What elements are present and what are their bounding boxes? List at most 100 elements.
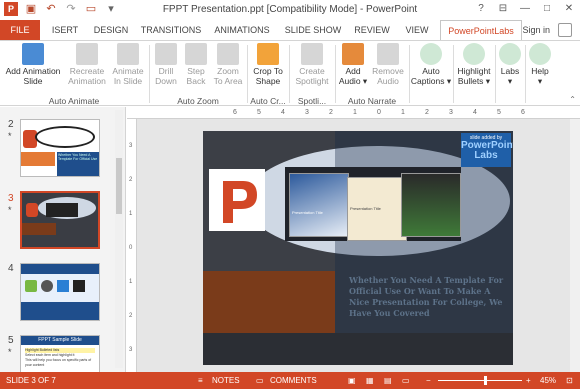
ruler-tick-label: 2 (129, 177, 133, 183)
add-animation-slide-button[interactable]: Add Animation Slide (2, 43, 64, 86)
step-back-button[interactable]: Step Back (182, 43, 210, 86)
button-label: Auto (422, 66, 440, 76)
comments-icon[interactable]: ▭ (256, 376, 264, 385)
status-bar: SLIDE 3 OF 7 ≡ NOTES ▭ COMMENTS ▣ ▦ ▤ ▭ … (0, 372, 580, 389)
button-label: Animation (68, 76, 106, 86)
button-label: Highlight (457, 66, 491, 76)
powerpoint-logo-image[interactable] (209, 169, 265, 231)
zoom-to-area-icon (217, 43, 239, 65)
notes-icon[interactable]: ≡ (198, 376, 203, 385)
zoom-slider-thumb[interactable] (484, 376, 487, 385)
reading-view-icon[interactable]: ▤ (384, 376, 392, 385)
tab-slide-show[interactable]: SLIDE SHOW (284, 20, 342, 40)
auto-captions-button[interactable]: Auto Captions ▾ (410, 43, 452, 86)
orange-block (22, 223, 56, 235)
slideshow-view-icon[interactable]: ▭ (402, 376, 410, 385)
remove-audio-button[interactable]: Remove Audio (370, 43, 406, 86)
tab-view[interactable]: VIEW (402, 20, 432, 40)
comments-button[interactable]: COMMENTS (270, 376, 317, 385)
scrollbar-thumb[interactable] (116, 158, 122, 214)
animate-in-slide-button[interactable]: Animate In Slide (110, 43, 146, 86)
collapse-ribbon-icon[interactable]: ⌃ (569, 95, 576, 104)
card-title: Presentation Title (350, 206, 381, 211)
animate-in-slide-icon (117, 43, 139, 65)
fit-to-window-icon[interactable]: ⊡ (566, 376, 573, 385)
zoom-level[interactable]: 45% (540, 376, 556, 385)
window-controls: ? ⊟ — □ ✕ (474, 2, 576, 16)
add-animation-icon (22, 43, 44, 65)
template-card-blue: Presentation Title (289, 173, 349, 237)
ruler-tick-label: 4 (281, 109, 285, 116)
tab-powerpointlabs[interactable]: PowerPointLabs (440, 20, 522, 40)
slide-canvas[interactable]: Presentation Title Presentation Title sl… (203, 131, 513, 365)
thumb-title: FPPT Sample Slide (21, 336, 99, 345)
minimize-icon[interactable]: — (518, 2, 532, 16)
button-label: Captions ▾ (410, 76, 452, 86)
tab-review[interactable]: REVIEW (352, 20, 392, 40)
drill-down-button[interactable]: Drill Down (152, 43, 180, 86)
add-audio-button[interactable]: Add Audio ▾ (337, 43, 369, 86)
recreate-animation-button[interactable]: Recreate Animation (66, 43, 108, 86)
add-audio-icon (342, 43, 364, 65)
ruler-tick-label: 1 (129, 279, 133, 285)
cards-image (46, 203, 78, 217)
zoom-out-button[interactable]: − (426, 376, 431, 385)
orange-block[interactable] (203, 271, 335, 333)
thumbnails-scrollbar[interactable] (115, 110, 123, 368)
apple-icon (41, 280, 53, 292)
template-card-cream: Presentation Title (347, 177, 407, 241)
zoom-to-area-button[interactable]: Zoom To Area (210, 43, 246, 86)
help-icon[interactable]: ? (474, 2, 488, 16)
highlight-bullets-button[interactable]: Highlight Bullets ▾ (454, 43, 494, 86)
help-button[interactable]: Help ▾ (526, 43, 554, 86)
tab-file[interactable]: FILE (0, 20, 40, 40)
slide-thumbnail-4[interactable] (20, 263, 100, 321)
horizontal-ruler: 6 5 4 3 2 1 0 1 2 3 4 5 6 (127, 107, 580, 119)
ribbon: Add Animation Slide Recreate Animation A… (0, 40, 580, 106)
tab-animations[interactable]: ANIMATIONS (212, 20, 272, 40)
group-label-auto-animate: Auto Animate (48, 96, 100, 106)
avatar[interactable] (558, 23, 572, 37)
ruler-tick-label: 0 (377, 109, 381, 116)
blackberry-icon (73, 280, 85, 292)
ruler-tick-label: 1 (401, 109, 405, 116)
editor-scrollbar[interactable] (570, 119, 580, 372)
slide-body-text[interactable]: Whether You Need A Template For Official… (349, 275, 509, 319)
slide-thumbnail-5[interactable]: FPPT Sample Slide Highlight Bulleted lis… (20, 335, 100, 372)
tab-design[interactable]: DESIGN (90, 20, 132, 40)
slide-thumbnail-3[interactable] (20, 191, 100, 249)
thumb-bullets: Highlight Bulleted lists Select each ite… (25, 348, 95, 368)
button-label: Crop To (253, 66, 283, 76)
drill-down-icon (155, 43, 177, 65)
tab-insert[interactable]: ISERT (48, 20, 82, 40)
group-label-spotlight: Spotli... (297, 96, 327, 106)
tab-transitions[interactable]: TRANSITIONS (140, 20, 202, 40)
animation-star: * (8, 205, 12, 215)
zoom-in-button[interactable]: + (526, 376, 531, 385)
normal-view-icon[interactable]: ▣ (348, 376, 356, 385)
notes-button[interactable]: NOTES (212, 376, 240, 385)
labs-button[interactable]: Labs ▾ (496, 43, 524, 86)
sign-in-link[interactable]: Sign in (522, 20, 550, 40)
button-label: Add (345, 66, 361, 76)
slide-sorter-icon[interactable]: ▦ (366, 376, 374, 385)
button-label: Spotlight (295, 76, 329, 86)
badge-title: Labs (474, 150, 498, 161)
maximize-icon[interactable]: □ (540, 2, 554, 16)
create-spotlight-button[interactable]: Create Spotlight (291, 43, 333, 86)
slide-thumbnails-pane: 2 * Whether You Need A Template For Offi… (0, 107, 126, 372)
ruler-tick-label: 3 (129, 143, 133, 149)
bottom-shade (203, 333, 513, 365)
zoom-slider[interactable] (438, 380, 522, 381)
crop-to-shape-button[interactable]: Crop To Shape (249, 43, 287, 86)
help-circle-icon (529, 43, 551, 65)
button-label: Audio (377, 76, 399, 86)
labs-icon (499, 43, 521, 65)
ruler-tick-label: 3 (129, 347, 133, 353)
slide-thumbnail-2[interactable]: Whether You Need A Template For Official… (20, 119, 100, 177)
close-icon[interactable]: ✕ (562, 2, 576, 16)
animation-star: * (8, 347, 12, 357)
restore-ribbon-icon[interactable]: ⊟ (496, 2, 510, 16)
template-cards-image[interactable]: Presentation Title Presentation Title (285, 167, 461, 241)
recreate-animation-icon (76, 43, 98, 65)
